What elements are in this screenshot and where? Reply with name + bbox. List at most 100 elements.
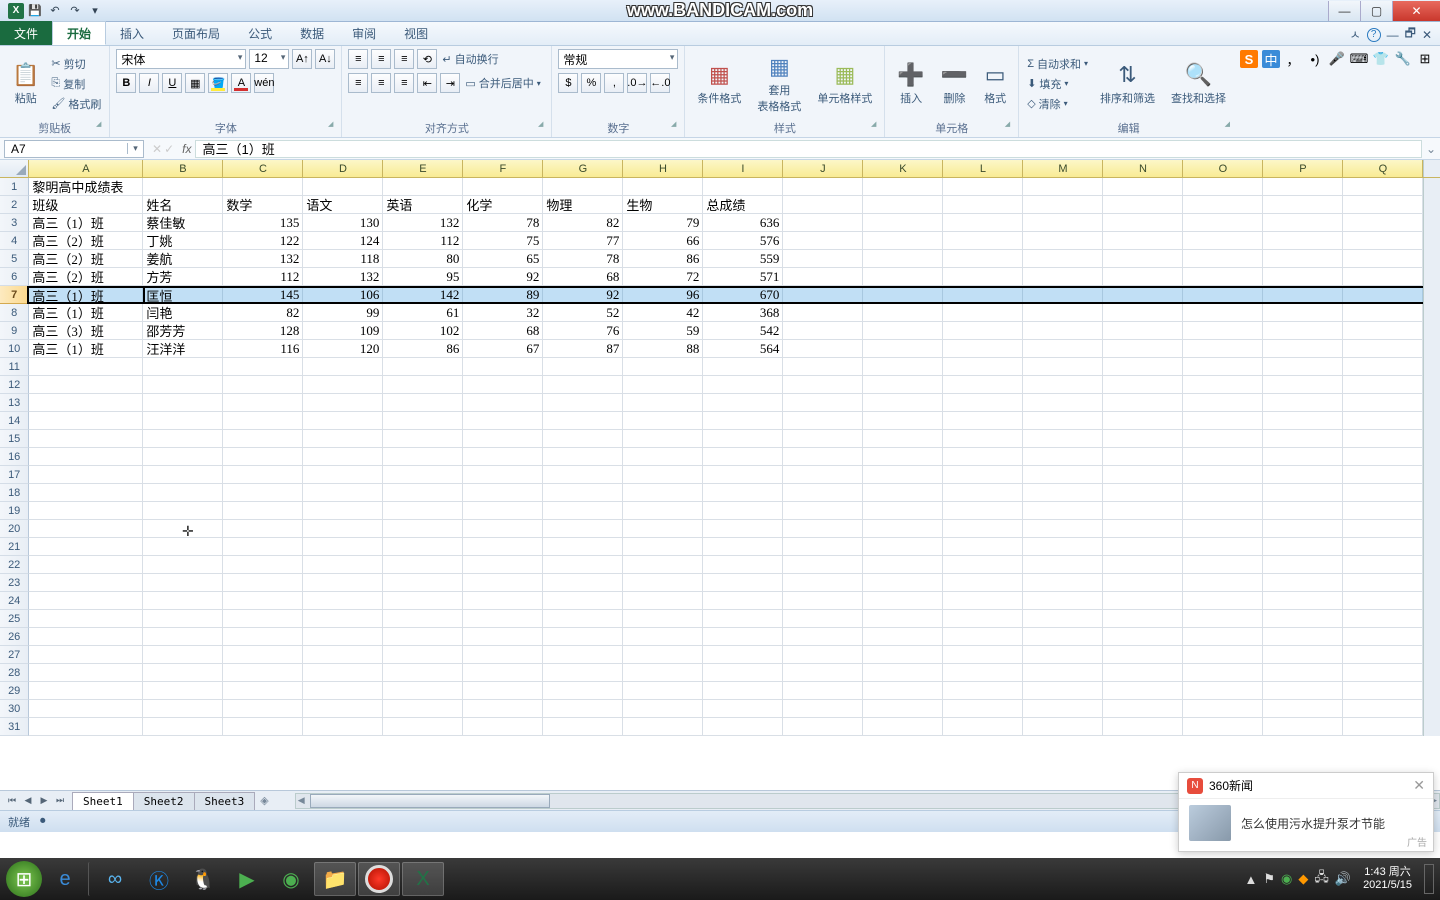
cell-D9[interactable]: 109 — [303, 322, 383, 339]
cell-A4[interactable]: 高三（2）班 — [29, 232, 143, 249]
cell-J19[interactable] — [783, 502, 863, 519]
cell-M5[interactable] — [1023, 250, 1103, 267]
cell-P1[interactable] — [1263, 178, 1343, 195]
fx-icon[interactable]: fx — [178, 142, 195, 156]
cell-P8[interactable] — [1263, 304, 1343, 321]
cell-F26[interactable] — [463, 628, 543, 645]
cell-D20[interactable] — [303, 520, 383, 537]
cell-Q23[interactable] — [1343, 574, 1423, 591]
cell-I13[interactable] — [703, 394, 783, 411]
cell-H25[interactable] — [623, 610, 703, 627]
cell-D24[interactable] — [303, 592, 383, 609]
cell-L11[interactable] — [943, 358, 1023, 375]
cell-M25[interactable] — [1023, 610, 1103, 627]
cell-E24[interactable] — [383, 592, 463, 609]
cell-O1[interactable] — [1183, 178, 1263, 195]
cell-B8[interactable]: 闫艳 — [143, 304, 223, 321]
cell-P6[interactable] — [1263, 268, 1343, 285]
cell-J24[interactable] — [783, 592, 863, 609]
cell-K5[interactable] — [863, 250, 943, 267]
cell-K21[interactable] — [863, 538, 943, 555]
cell-E15[interactable] — [383, 430, 463, 447]
cell-B15[interactable] — [143, 430, 223, 447]
cell-E31[interactable] — [383, 718, 463, 735]
cell-G28[interactable] — [543, 664, 623, 681]
cell-B20[interactable] — [143, 520, 223, 537]
cell-J29[interactable] — [783, 682, 863, 699]
cell-D11[interactable] — [303, 358, 383, 375]
cell-M8[interactable] — [1023, 304, 1103, 321]
cell-D21[interactable] — [303, 538, 383, 555]
cell-L10[interactable] — [943, 340, 1023, 357]
cell-C14[interactable] — [223, 412, 303, 429]
help-icon[interactable]: ? — [1367, 28, 1381, 42]
cell-F19[interactable] — [463, 502, 543, 519]
cell-K31[interactable] — [863, 718, 943, 735]
cell-D27[interactable] — [303, 646, 383, 663]
cell-H23[interactable] — [623, 574, 703, 591]
cell-J9[interactable] — [783, 322, 863, 339]
cell-C1[interactable] — [223, 178, 303, 195]
cell-C13[interactable] — [223, 394, 303, 411]
cell-L9[interactable] — [943, 322, 1023, 339]
cell-M22[interactable] — [1023, 556, 1103, 573]
cell-B17[interactable] — [143, 466, 223, 483]
cell-D15[interactable] — [303, 430, 383, 447]
cell-I15[interactable] — [703, 430, 783, 447]
cell-K24[interactable] — [863, 592, 943, 609]
row-header-7[interactable]: 7 — [0, 286, 29, 304]
ime-mic-icon[interactable]: 🎤 — [1328, 50, 1346, 68]
cell-G14[interactable] — [543, 412, 623, 429]
cell-J14[interactable] — [783, 412, 863, 429]
cell-K29[interactable] — [863, 682, 943, 699]
cell-H10[interactable]: 88 — [623, 340, 703, 357]
cell-F29[interactable] — [463, 682, 543, 699]
cell-N30[interactable] — [1103, 700, 1183, 717]
cell-B26[interactable] — [143, 628, 223, 645]
cell-O27[interactable] — [1183, 646, 1263, 663]
row-header-31[interactable]: 31 — [0, 718, 29, 736]
cell-H18[interactable] — [623, 484, 703, 501]
cell-G13[interactable] — [543, 394, 623, 411]
cell-H29[interactable] — [623, 682, 703, 699]
cell-A23[interactable] — [29, 574, 143, 591]
cell-J23[interactable] — [783, 574, 863, 591]
cell-L22[interactable] — [943, 556, 1023, 573]
cell-Q24[interactable] — [1343, 592, 1423, 609]
cell-B2[interactable]: 姓名 — [143, 196, 223, 213]
cell-I16[interactable] — [703, 448, 783, 465]
taskbar-qq-icon[interactable]: 🐧 — [182, 862, 224, 896]
cell-J4[interactable] — [783, 232, 863, 249]
column-header-G[interactable]: G — [543, 160, 623, 177]
cell-G9[interactable]: 76 — [543, 322, 623, 339]
cell-A17[interactable] — [29, 466, 143, 483]
cell-F15[interactable] — [463, 430, 543, 447]
cell-O26[interactable] — [1183, 628, 1263, 645]
cell-J27[interactable] — [783, 646, 863, 663]
cell-E10[interactable]: 86 — [383, 340, 463, 357]
cell-B25[interactable] — [143, 610, 223, 627]
row-header-23[interactable]: 23 — [0, 574, 29, 592]
cell-J5[interactable] — [783, 250, 863, 267]
row-header-29[interactable]: 29 — [0, 682, 29, 700]
doc-restore-icon[interactable]: 🗗 — [1405, 24, 1416, 45]
cell-I2[interactable]: 总成绩 — [703, 196, 783, 213]
row-header-15[interactable]: 15 — [0, 430, 29, 448]
column-header-I[interactable]: I — [703, 160, 783, 177]
cell-N13[interactable] — [1103, 394, 1183, 411]
cell-G26[interactable] — [543, 628, 623, 645]
cell-B31[interactable] — [143, 718, 223, 735]
cell-K2[interactable] — [863, 196, 943, 213]
cell-I30[interactable] — [703, 700, 783, 717]
cell-O5[interactable] — [1183, 250, 1263, 267]
cell-E3[interactable]: 132 — [383, 214, 463, 231]
cell-A19[interactable] — [29, 502, 143, 519]
cell-D1[interactable] — [303, 178, 383, 195]
cell-K17[interactable] — [863, 466, 943, 483]
cell-Q3[interactable] — [1343, 214, 1423, 231]
cell-G23[interactable] — [543, 574, 623, 591]
cell-B21[interactable] — [143, 538, 223, 555]
cell-C28[interactable] — [223, 664, 303, 681]
cell-O14[interactable] — [1183, 412, 1263, 429]
cell-P9[interactable] — [1263, 322, 1343, 339]
